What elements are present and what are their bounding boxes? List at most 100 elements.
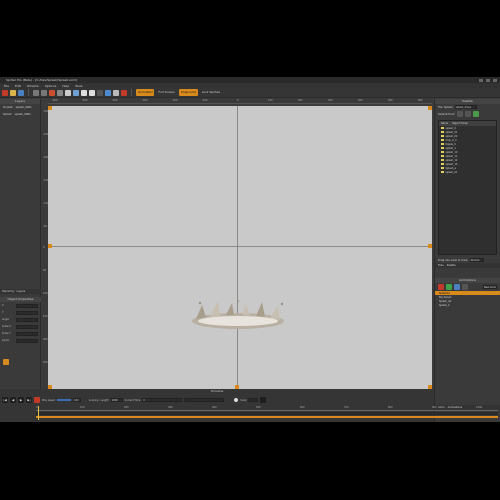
layers-panel: Layers Droplet splash_0001 Splash splash…: [0, 99, 41, 389]
time-field[interactable]: [184, 398, 225, 402]
redo-icon[interactable]: [41, 89, 47, 96]
play-speed-field[interactable]: 100: [72, 398, 81, 402]
next-key-button[interactable]: ▶|: [26, 397, 32, 403]
ruler-tick: 50: [43, 269, 47, 272]
settings-icon[interactable]: [260, 397, 267, 403]
canvas-handle[interactable]: [48, 244, 52, 248]
full-screen-button[interactable]: Full Screen: [156, 89, 176, 96]
tab-files[interactable]: Files: [438, 264, 444, 267]
maximize-button[interactable]: [486, 78, 490, 82]
length-field[interactable]: 1000: [110, 398, 123, 402]
tab-palette[interactable]: Palette: [447, 264, 456, 267]
playhead[interactable]: [38, 406, 39, 420]
tab-layers[interactable]: Layers: [17, 289, 26, 294]
menu-tools[interactable]: Tools: [75, 84, 82, 88]
refresh-icon[interactable]: [472, 111, 479, 117]
property-row: X: [0, 302, 41, 309]
sprite-thumb-icon: [441, 150, 444, 154]
sprite-name: Ripple_0: [445, 142, 456, 146]
minimize-button[interactable]: [479, 78, 483, 82]
ruler-tick: 100: [268, 99, 273, 102]
property-field[interactable]: [16, 338, 38, 343]
property-field[interactable]: [16, 324, 38, 329]
tool-icon[interactable]: [49, 89, 55, 96]
prev-key-button[interactable]: ◀: [10, 397, 16, 403]
pivot-icon[interactable]: [113, 89, 119, 96]
copy-icon[interactable]: [57, 89, 63, 96]
add-anim-icon[interactable]: [446, 284, 452, 290]
timeline-track[interactable]: [36, 412, 498, 415]
layer-row[interactable]: Splash splash_0002: [0, 111, 40, 118]
sprite-name: splash_13: [445, 162, 458, 166]
bone-icon[interactable]: [105, 89, 111, 96]
menu-edit[interactable]: Edit: [15, 84, 21, 88]
menu-file[interactable]: File: [4, 84, 9, 88]
menu-options[interactable]: Options: [45, 84, 57, 88]
sprite-thumb-icon: [441, 138, 444, 142]
sprite-name: splash_0: [445, 126, 456, 130]
timeline-controls: |◀ ◀ ▶ ▶| Play speed 100 Looping Length …: [0, 396, 434, 404]
timeline-range-bar[interactable]: [36, 416, 498, 418]
looping-checkbox[interactable]: Looping: [89, 399, 98, 402]
ruler-tick: 250: [43, 361, 48, 364]
animation-item[interactable]: Splash_b: [435, 303, 500, 307]
first-frame-button[interactable]: |◀: [2, 397, 8, 403]
duplicate-anim-icon[interactable]: [454, 284, 460, 290]
splash-sprite[interactable]: [188, 299, 288, 331]
close-button[interactable]: [493, 78, 497, 82]
open-file-icon[interactable]: [10, 89, 16, 96]
animation-canvas[interactable]: [48, 106, 432, 389]
window-title: Spriter Pro (Beta) - [C:/Dev/Splash/Spla…: [6, 78, 78, 82]
snap-grid-button[interactable]: Snap Grid: [178, 89, 198, 96]
animation-name: Splash01: [439, 291, 450, 295]
record-button[interactable]: [34, 397, 40, 403]
rename-anim-icon[interactable]: [462, 284, 468, 290]
pivot-label: Default Pivot: [438, 112, 455, 116]
play-speed-slider[interactable]: [56, 399, 71, 401]
ruler-tick: -100: [202, 99, 208, 102]
grid-icon[interactable]: [97, 89, 103, 96]
record-icon[interactable]: [121, 89, 127, 96]
animation-name: Splash_alt: [439, 299, 452, 303]
export-icon[interactable]: [73, 89, 79, 96]
ruler-tick: 0: [237, 99, 239, 102]
paste-icon[interactable]: [81, 89, 87, 96]
menu-help[interactable]: Help: [62, 84, 69, 88]
timeline-tick: 400: [212, 406, 217, 409]
left-panel-icons: [3, 359, 9, 365]
sprite-name: splash_11: [445, 154, 458, 158]
sprite-tool-icon[interactable]: [456, 111, 463, 117]
play-button[interactable]: ▶: [18, 397, 24, 403]
horizontal-ruler: -600 -500 -400 -300 -200 -100 0 100 200 …: [48, 99, 432, 104]
blank-icon[interactable]: [89, 89, 95, 96]
delete-anim-icon[interactable]: [438, 284, 444, 290]
new-anim-button[interactable]: New Anim: [483, 285, 497, 289]
save-icon[interactable]: [18, 89, 24, 96]
sprite-thumb-icon: [441, 130, 444, 134]
animated-button[interactable]: Animated: [136, 89, 155, 96]
property-field[interactable]: [16, 331, 38, 336]
current-time-field[interactable]: 0: [142, 398, 183, 402]
layer-row[interactable]: Droplet splash_0001: [0, 104, 40, 111]
menu-window[interactable]: Window: [27, 84, 39, 88]
draw-mode-select[interactable]: Normal: [469, 258, 484, 262]
property-field[interactable]: [16, 303, 38, 308]
canvas-handle[interactable]: [428, 106, 432, 110]
folder-tool-icon[interactable]: [464, 111, 471, 117]
property-field[interactable]: [16, 317, 38, 322]
tab-hierarchy[interactable]: Hierarchy: [2, 289, 15, 294]
toolbar-divider: [131, 89, 132, 96]
palette-dropdown[interactable]: splash_drops: [454, 105, 477, 109]
lock-sprites-button[interactable]: Lock Sprites: [200, 89, 222, 96]
document-icon[interactable]: [65, 89, 71, 96]
snap-field[interactable]: [248, 398, 259, 402]
keyframe-icon[interactable]: [3, 359, 9, 365]
new-file-icon[interactable]: [2, 89, 8, 96]
property-field[interactable]: [16, 310, 38, 315]
key-toggle-icon[interactable]: [234, 398, 239, 402]
canvas-handle[interactable]: [48, 106, 52, 110]
undo-icon[interactable]: [33, 89, 39, 96]
ruler-tick: 0: [43, 246, 45, 249]
ruler-tick: 500: [388, 99, 393, 102]
canvas-handle[interactable]: [428, 244, 432, 248]
